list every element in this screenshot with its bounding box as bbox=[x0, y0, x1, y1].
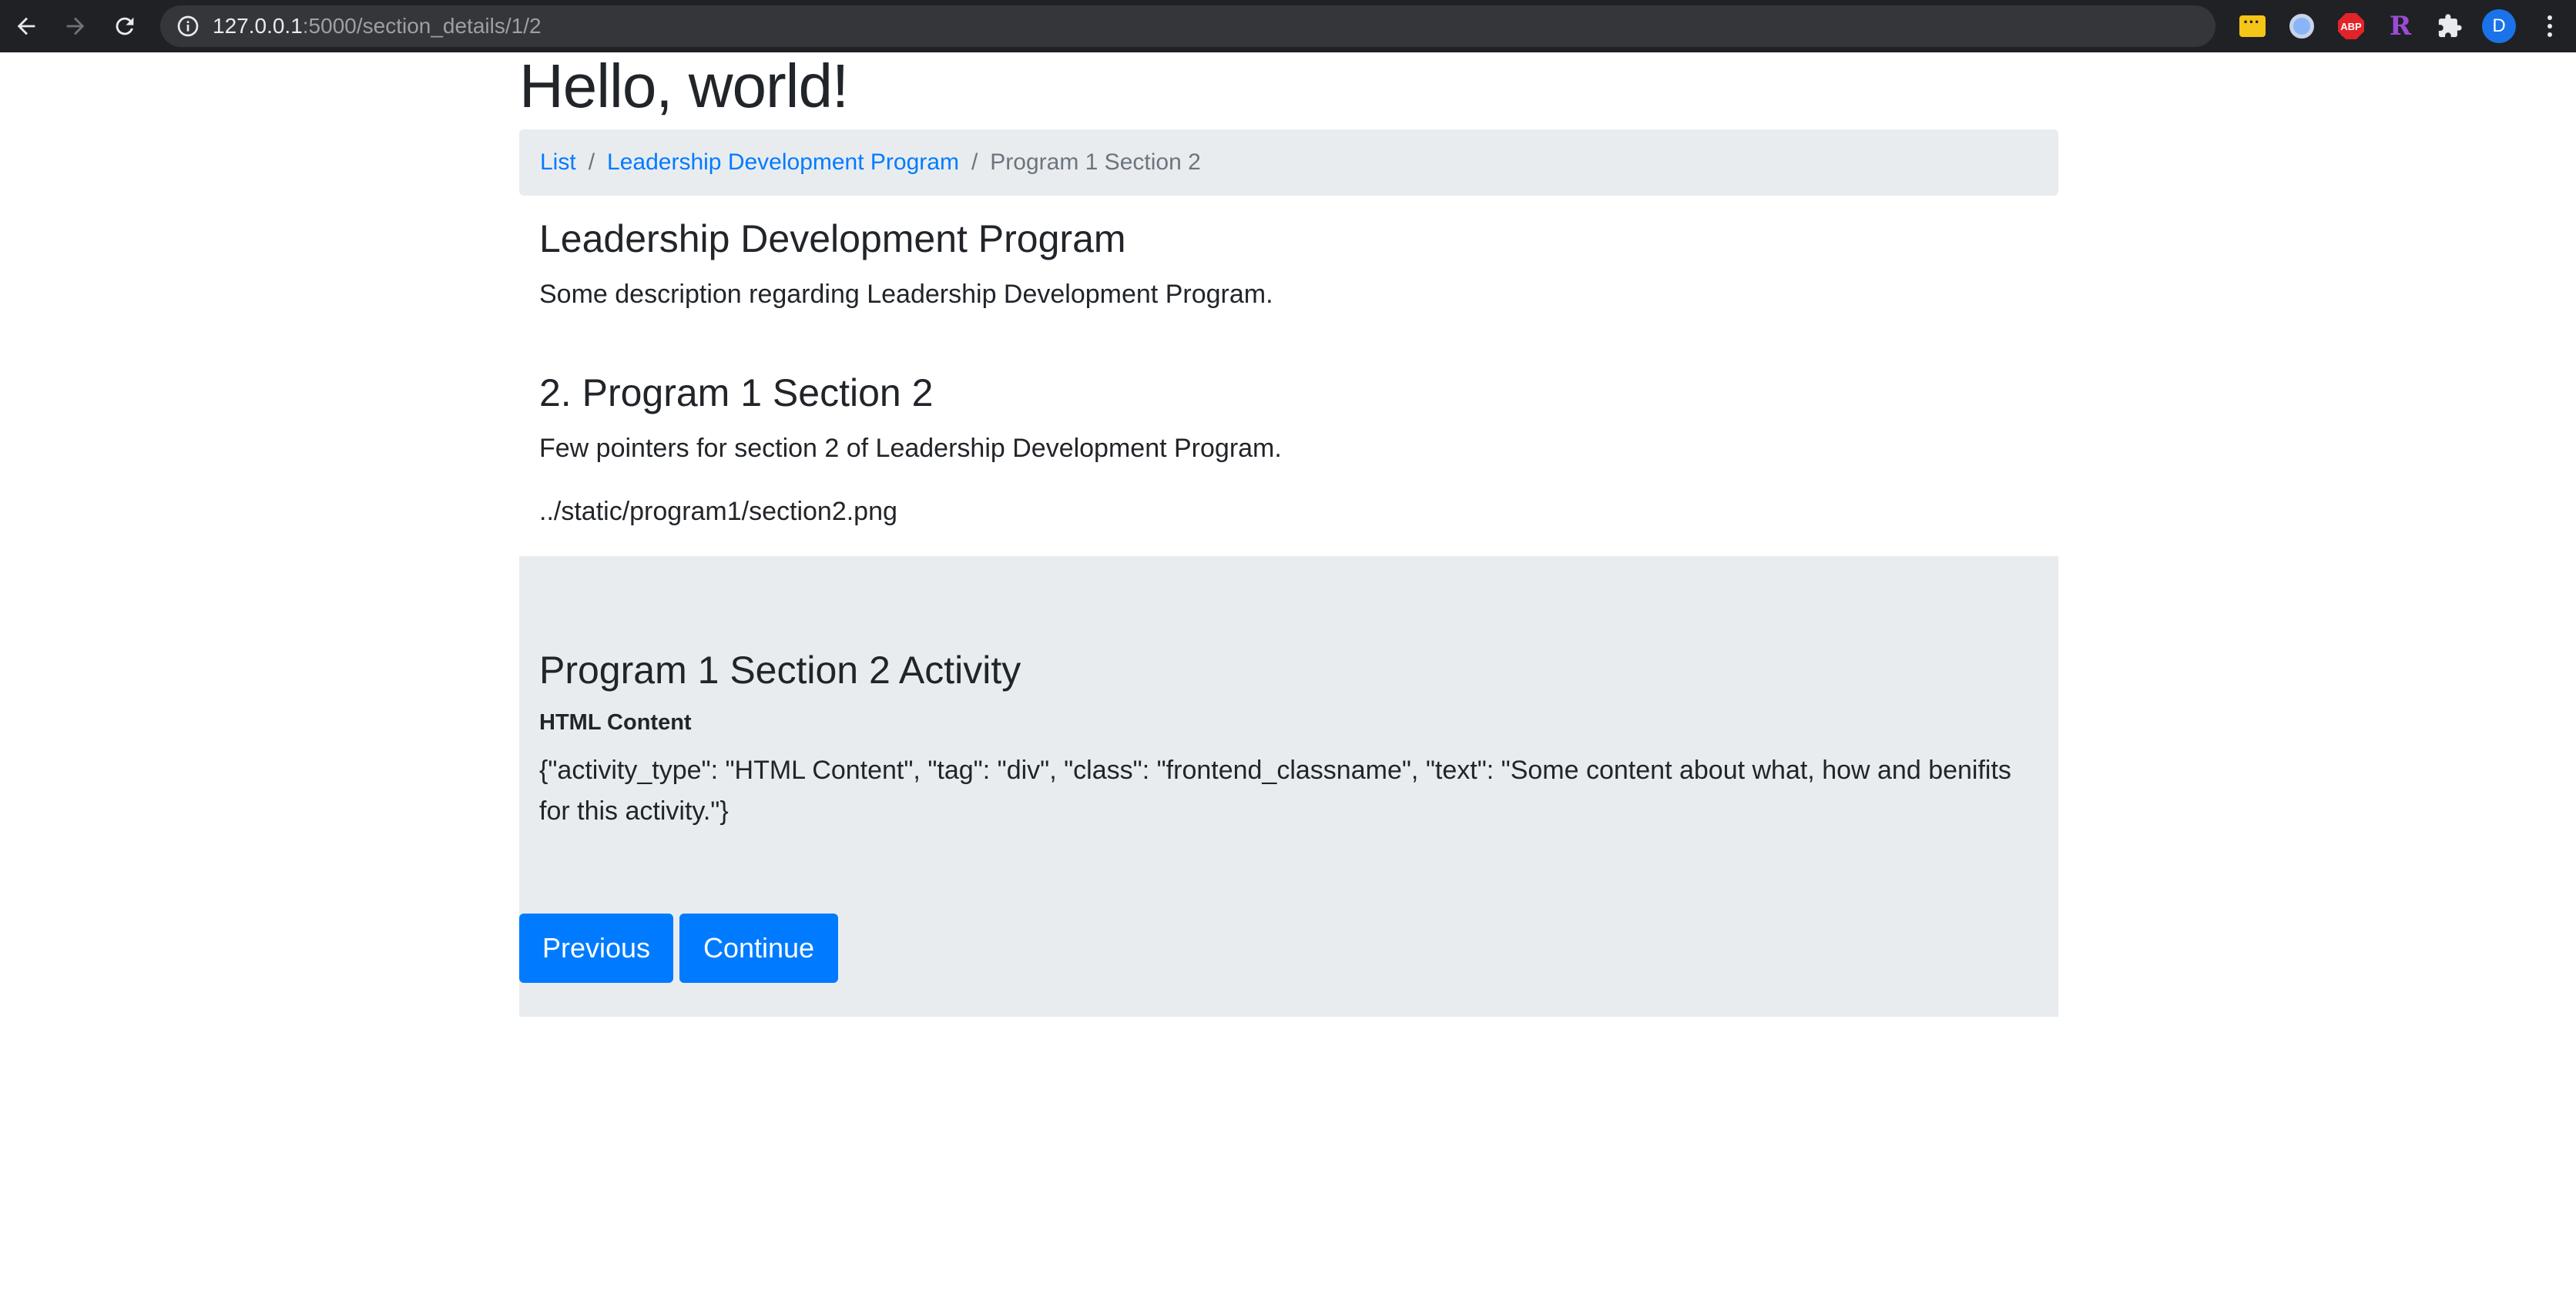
breadcrumb: List / Leadership Development Program / … bbox=[519, 129, 2058, 196]
activity-type-label: HTML Content bbox=[539, 710, 692, 735]
page-title: Hello, world! bbox=[519, 52, 849, 120]
breadcrumb-current: Program 1 Section 2 bbox=[990, 149, 1201, 175]
extension-notes-icon[interactable] bbox=[2237, 11, 2268, 42]
extension-r-icon[interactable]: R bbox=[2385, 11, 2416, 42]
profile-avatar[interactable]: D bbox=[2482, 9, 2516, 43]
reload-button[interactable] bbox=[100, 2, 149, 51]
info-icon[interactable] bbox=[176, 14, 200, 39]
browser-menu-icon[interactable] bbox=[2534, 11, 2565, 42]
breadcrumb-link-list[interactable]: List bbox=[540, 149, 576, 176]
continue-button[interactable]: Continue bbox=[679, 914, 838, 983]
breadcrumb-separator: / bbox=[588, 149, 595, 175]
back-button[interactable] bbox=[2, 2, 51, 51]
arrow-left-icon bbox=[17, 17, 35, 35]
url-host: 127.0.0.1 bbox=[213, 14, 303, 38]
adblock-icon[interactable]: ABP bbox=[2336, 11, 2366, 42]
arrow-right-icon bbox=[66, 17, 85, 35]
extension-circle-icon[interactable] bbox=[2286, 11, 2317, 42]
section-title: 2. Program 1 Section 2 bbox=[539, 371, 934, 414]
browser-toolbar: 127.0.0.1:5000/section_details/1/2 ABP R… bbox=[0, 0, 2576, 52]
activity-content: {"activity_type": "HTML Content", "tag":… bbox=[539, 756, 2011, 826]
breadcrumb-link-program[interactable]: Leadership Development Program bbox=[607, 149, 959, 176]
url-text: 127.0.0.1:5000/section_details/1/2 bbox=[213, 5, 542, 47]
activity-panel: Program 1 Section 2 Activity HTML Conten… bbox=[519, 556, 2058, 1017]
activity-title: Program 1 Section 2 Activity bbox=[539, 649, 1021, 692]
url-path: :5000/section_details/1/2 bbox=[302, 14, 542, 38]
section-image-path: ../static/program1/section2.png bbox=[539, 497, 897, 526]
extensions-puzzle-icon[interactable] bbox=[2434, 11, 2465, 42]
section-description: Few pointers for section 2 of Leadership… bbox=[539, 434, 1282, 463]
program-title: Leadership Development Program bbox=[539, 217, 1126, 260]
reload-icon bbox=[116, 17, 134, 35]
program-description: Some description regarding Leadership De… bbox=[539, 280, 1273, 309]
previous-button[interactable]: Previous bbox=[519, 914, 673, 983]
forward-button[interactable] bbox=[51, 2, 100, 51]
breadcrumb-separator: / bbox=[971, 149, 978, 175]
address-bar[interactable]: 127.0.0.1:5000/section_details/1/2 bbox=[160, 5, 2358, 47]
